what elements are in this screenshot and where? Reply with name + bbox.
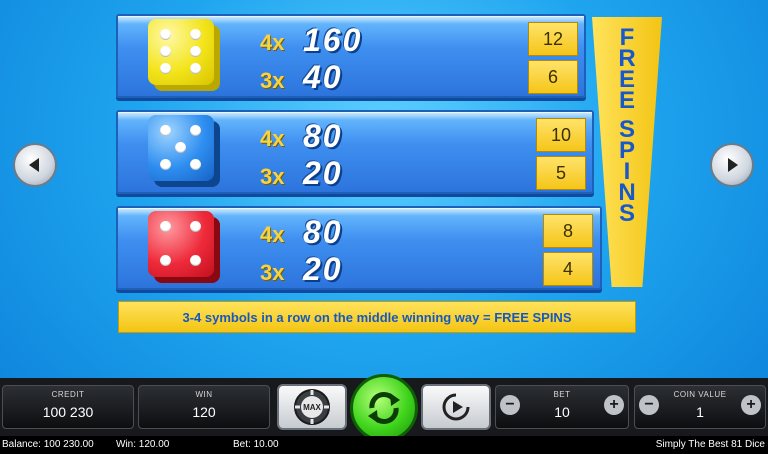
- payout-value: 160: [303, 22, 363, 58]
- payout-value: 20: [303, 251, 343, 287]
- max-label: MAX: [303, 402, 321, 412]
- banner-letter: E: [618, 87, 635, 114]
- next-page-button[interactable]: [710, 143, 754, 187]
- free-spins-count: 10: [536, 118, 586, 152]
- game-title: Simply The Best 81 Dice: [655, 439, 765, 450]
- bet-status: Bet: 10.00: [233, 439, 279, 450]
- win-display: WIN 120: [138, 385, 270, 429]
- credit-value: 100 230: [42, 404, 94, 420]
- status-bar: Balance: 100 230.00 Win: 120.00 Bet: 10.…: [0, 436, 768, 454]
- payout-value: 40: [303, 59, 343, 95]
- paytable-row-blue: 4x 80 3x 20 10 5: [116, 110, 594, 194]
- free-spins-info-bar: 3-4 symbols in a row on the middle winni…: [118, 301, 636, 333]
- free-spins-banner-text: F R E E S P I N S: [592, 17, 662, 287]
- free-spins-count: 12: [528, 22, 578, 56]
- multiplier-label: 3x: [260, 164, 285, 189]
- win-label: WIN: [195, 390, 213, 399]
- banner-letter: S: [618, 200, 635, 227]
- max-bet-button[interactable]: MAX: [277, 384, 347, 430]
- free-spins-info-text: 3-4 symbols in a row on the middle winni…: [182, 309, 572, 325]
- win-value: 120: [192, 404, 216, 420]
- payout-value: 20: [303, 155, 343, 191]
- red-die-icon: [148, 211, 220, 283]
- spin-arrows-icon: [368, 392, 400, 424]
- bet-increase-button[interactable]: +: [604, 395, 624, 415]
- free-spins-count: 4: [543, 252, 593, 286]
- paytable-row-yellow: 4x 160 3x 40 12 6: [116, 14, 586, 98]
- win-status: Win: 120.00: [116, 439, 170, 450]
- multiplier-label: 3x: [260, 260, 285, 285]
- spin-button[interactable]: [350, 374, 418, 442]
- multiplier-label: 4x: [260, 222, 285, 247]
- autoplay-button[interactable]: [421, 384, 491, 430]
- multiplier-label: 3x: [260, 68, 285, 93]
- coin-value-decrease-button[interactable]: −: [639, 395, 659, 415]
- triangle-left-icon: [29, 158, 39, 172]
- multiplier-label: 4x: [260, 30, 285, 55]
- credit-label: CREDIT: [51, 390, 85, 399]
- triangle-right-icon: [728, 158, 738, 172]
- multiplier-label: 4x: [260, 126, 285, 151]
- yellow-die-icon: [148, 19, 220, 91]
- autoplay-icon: [442, 393, 470, 421]
- free-spins-count: 6: [528, 60, 578, 94]
- previous-page-button[interactable]: [13, 143, 57, 187]
- free-spins-count: 5: [536, 156, 586, 190]
- paytable-row-red: 4x 80 3x 20 8 4: [116, 206, 602, 290]
- coin-value-increase-button[interactable]: +: [741, 395, 761, 415]
- free-spins-count: 8: [543, 214, 593, 248]
- balance-status: Balance: 100 230.00: [2, 439, 94, 450]
- payout-value: 80: [303, 118, 343, 154]
- payout-value: 80: [303, 214, 343, 250]
- blue-die-icon: [148, 115, 220, 187]
- credit-display: CREDIT 100 230: [2, 385, 134, 429]
- bet-decrease-button[interactable]: −: [500, 395, 520, 415]
